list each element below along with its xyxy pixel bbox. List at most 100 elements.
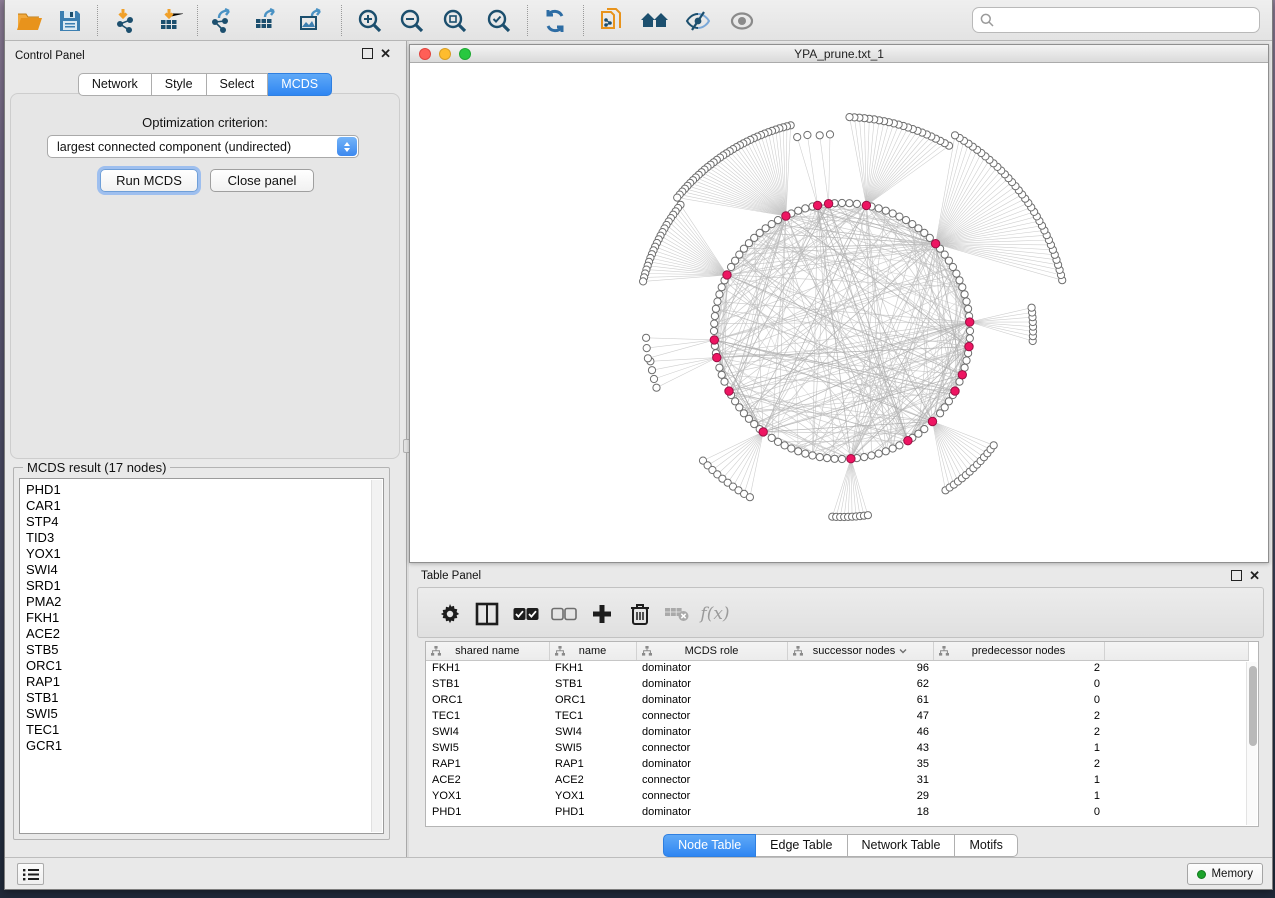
cell[interactable]: 43 — [787, 740, 933, 756]
cell[interactable]: connector — [636, 788, 787, 804]
network-node[interactable] — [861, 454, 868, 461]
tab-network-table[interactable]: Network Table — [848, 834, 956, 857]
network-hub-node[interactable] — [958, 371, 966, 379]
network-node[interactable] — [956, 277, 963, 284]
cell[interactable]: 29 — [787, 788, 933, 804]
network-node[interactable] — [716, 364, 723, 371]
network-node[interactable] — [831, 455, 838, 462]
network-node[interactable] — [795, 207, 802, 214]
cell[interactable]: 1 — [933, 740, 1104, 756]
network-hub-node[interactable] — [813, 201, 821, 209]
network-node[interactable] — [640, 278, 647, 285]
close-panel-button[interactable]: Close panel — [210, 169, 314, 192]
cell[interactable]: ORC1 — [426, 692, 549, 708]
network-hub-node[interactable] — [710, 336, 718, 344]
table-row[interactable]: YOX1YOX1connector291 — [426, 788, 1248, 804]
run-mcds-button[interactable]: Run MCDS — [100, 169, 198, 192]
cell[interactable]: dominator — [636, 676, 787, 692]
table-scrollbar[interactable] — [1246, 662, 1257, 825]
cell[interactable]: ORC1 — [549, 692, 636, 708]
export-image-button[interactable] — [294, 6, 328, 36]
network-node[interactable] — [721, 378, 728, 385]
show-graphics-details-button[interactable] — [725, 6, 759, 36]
table-row[interactable]: SWI4SWI4dominator462 — [426, 724, 1248, 740]
cell[interactable]: dominator — [636, 804, 787, 820]
network-node[interactable] — [711, 313, 718, 320]
network-node[interactable] — [864, 512, 871, 519]
mcds-result-item[interactable]: STB1 — [26, 690, 383, 706]
table-row[interactable]: PHD1PHD1dominator180 — [426, 804, 1248, 820]
cell[interactable]: PHD1 — [426, 804, 549, 820]
mcds-result-item[interactable]: SWI4 — [26, 562, 383, 578]
hide-graphics-details-button[interactable] — [681, 6, 715, 36]
table-row[interactable]: SWI5SWI5connector431 — [426, 740, 1248, 756]
tab-style[interactable]: Style — [152, 73, 207, 96]
cell[interactable]: STB1 — [426, 676, 549, 692]
mcds-result-item[interactable]: RAP1 — [26, 674, 383, 690]
network-node[interactable] — [853, 200, 860, 207]
network-hub-node[interactable] — [966, 318, 974, 326]
toolbar-search[interactable] — [972, 7, 1260, 33]
cell[interactable]: connector — [636, 708, 787, 724]
network-node[interactable] — [716, 291, 723, 298]
cell[interactable]: 18 — [787, 804, 933, 820]
deselect-all-button[interactable] — [548, 598, 580, 630]
cell[interactable]: ACE2 — [426, 772, 549, 788]
mcds-result-item[interactable]: TEC1 — [26, 722, 383, 738]
column-header-shared-name[interactable]: shared name — [426, 642, 549, 660]
network-hub-node[interactable] — [904, 437, 912, 445]
mcds-result-item[interactable]: FKH1 — [26, 610, 383, 626]
network-node[interactable] — [714, 298, 721, 305]
network-node[interactable] — [1028, 304, 1035, 311]
table-scrollbar-thumb[interactable] — [1249, 666, 1257, 746]
network-node[interactable] — [816, 454, 823, 461]
network-node[interactable] — [882, 207, 889, 214]
network-node[interactable] — [826, 131, 833, 138]
cell[interactable]: 2 — [933, 756, 1104, 772]
cell[interactable]: dominator — [636, 756, 787, 772]
network-node[interactable] — [882, 448, 889, 455]
mcds-result-item[interactable]: ORC1 — [26, 658, 383, 674]
show-column-panel-button[interactable] — [471, 598, 503, 630]
tab-node-table[interactable]: Node Table — [663, 834, 756, 857]
network-node[interactable] — [816, 132, 823, 139]
mcds-result-item[interactable]: STP4 — [26, 514, 383, 530]
network-node[interactable] — [963, 298, 970, 305]
network-node[interactable] — [965, 305, 972, 312]
network-hub-node[interactable] — [782, 212, 790, 220]
cell[interactable]: 0 — [933, 804, 1104, 820]
network-node[interactable] — [643, 345, 650, 352]
table-settings-button[interactable] — [434, 598, 466, 630]
cell[interactable]: TEC1 — [426, 708, 549, 724]
network-hub-node[interactable] — [862, 201, 870, 209]
network-node[interactable] — [896, 213, 903, 220]
zoom-fit-button[interactable] — [438, 6, 472, 36]
zoom-in-button[interactable] — [353, 6, 387, 36]
table-row[interactable]: STB1STB1dominator620 — [426, 676, 1248, 692]
cell[interactable]: STB1 — [549, 676, 636, 692]
tab-edge-table[interactable]: Edge Table — [756, 834, 847, 857]
open-file-button[interactable] — [13, 6, 47, 36]
select-all-button[interactable] — [510, 598, 542, 630]
cell[interactable]: FKH1 — [426, 660, 549, 676]
network-hub-node[interactable] — [759, 428, 767, 436]
add-column-button[interactable] — [586, 598, 618, 630]
cell[interactable]: SWI4 — [549, 724, 636, 740]
network-node[interactable] — [804, 131, 811, 138]
show-panels-list-button[interactable] — [17, 863, 44, 885]
cell[interactable]: 2 — [933, 708, 1104, 724]
tab-select[interactable]: Select — [207, 73, 269, 96]
network-node[interactable] — [711, 320, 718, 327]
network-node[interactable] — [875, 450, 882, 457]
network-node[interactable] — [824, 455, 831, 462]
mcds-result-item[interactable]: YOX1 — [26, 546, 383, 562]
network-node[interactable] — [794, 134, 801, 141]
cell[interactable]: 46 — [787, 724, 933, 740]
search-input[interactable] — [999, 13, 1259, 27]
memory-button[interactable]: Memory — [1187, 863, 1263, 885]
cell[interactable]: SWI5 — [426, 740, 549, 756]
table-row[interactable]: ACE2ACE2connector311 — [426, 772, 1248, 788]
function-builder-button[interactable]: f(x) — [699, 598, 731, 630]
cell[interactable]: 31 — [787, 772, 933, 788]
network-node[interactable] — [902, 217, 909, 224]
